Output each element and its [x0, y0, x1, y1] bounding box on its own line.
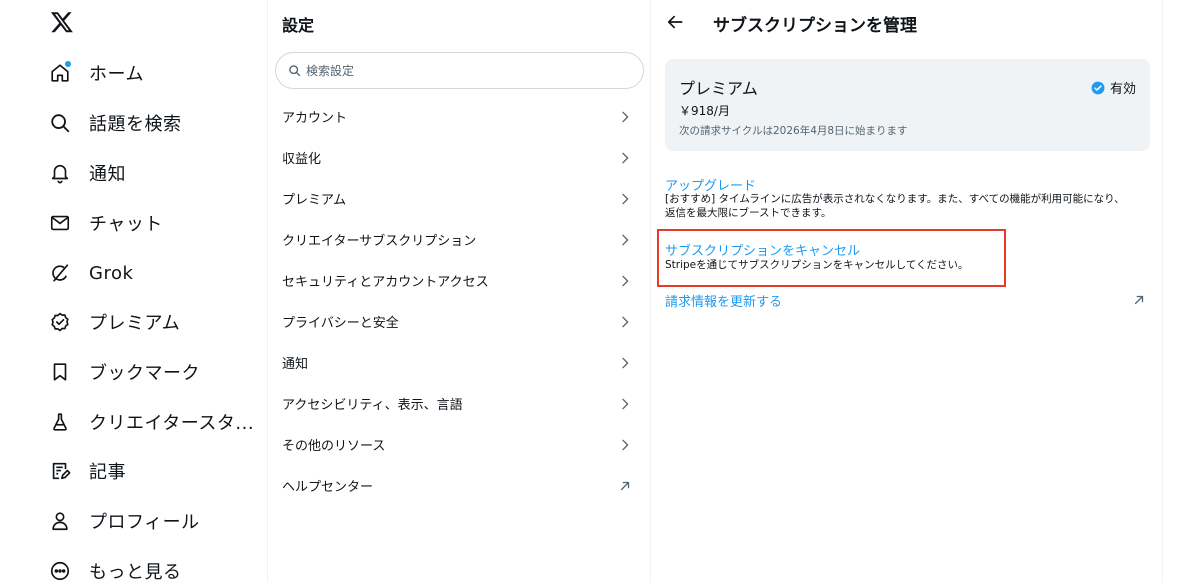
nav-label: 話題を検索 — [89, 114, 182, 135]
nav-label: チャット — [89, 214, 163, 235]
chevron-right-icon — [622, 234, 629, 245]
settings-item-monetization[interactable]: 収益化 — [268, 137, 650, 178]
external-link-icon — [620, 481, 630, 490]
check-circle-icon — [1091, 81, 1105, 94]
article-icon — [40, 451, 80, 491]
chevron-right-icon — [622, 357, 629, 368]
more-icon — [40, 551, 80, 582]
settings-item-privacy[interactable]: プライバシーと安全 — [268, 301, 650, 342]
settings-item-label: 通知 — [282, 357, 309, 372]
settings-search-input[interactable] — [306, 63, 606, 78]
settings-title: 設定 — [282, 16, 315, 35]
nav-label: 記事 — [89, 462, 126, 483]
settings-item-label: セキュリティとアカウントアクセス — [282, 275, 489, 290]
status-badge: 有効 — [1091, 78, 1136, 97]
nav-item-chat[interactable]: チャット — [40, 203, 163, 243]
x-logo-icon[interactable] — [50, 10, 74, 34]
grok-icon — [40, 253, 80, 293]
nav-label: もっと見る — [89, 562, 182, 582]
notification-dot — [65, 61, 71, 67]
subscription-panel: サブスクリプションを管理 プレミアム 有効 ￥918/月 次の請求サイクルは20… — [651, 0, 1163, 582]
search-icon — [289, 65, 301, 77]
plan-price: ￥918/月 — [679, 104, 730, 118]
bell-icon — [40, 153, 80, 193]
verified-icon — [40, 302, 80, 342]
status-label: 有効 — [1109, 82, 1136, 97]
chevron-right-icon — [622, 152, 629, 163]
nav-item-more[interactable]: もっと見る — [40, 551, 182, 582]
settings-item-creator-subscriptions[interactable]: クリエイターサブスクリプション — [268, 219, 650, 260]
settings-item-label: アカウント — [282, 111, 348, 126]
settings-item-notifications[interactable]: 通知 — [268, 342, 650, 383]
nav-item-premium[interactable]: プレミアム — [40, 302, 180, 342]
back-arrow-icon[interactable] — [665, 12, 685, 32]
settings-item-label: ヘルプセンター — [282, 480, 374, 495]
search-icon — [40, 103, 80, 143]
nav-item-bookmarks[interactable]: ブックマーク — [40, 352, 200, 392]
bookmark-icon — [40, 352, 80, 392]
settings-item-help-center[interactable]: ヘルプセンター — [268, 465, 650, 506]
primary-nav: ホーム 話題を検索 通知 チャット Grok プレミアム ブックマーク クリエイ… — [0, 0, 268, 582]
flask-icon — [40, 402, 80, 442]
plan-card: プレミアム 有効 ￥918/月 次の請求サイクルは2026年4月8日に始まります — [665, 59, 1150, 151]
chevron-right-icon — [622, 193, 629, 204]
cancel-description: Stripeを通じてサブスクリプションをキャンセルしてください。 — [665, 259, 969, 271]
page-title: サブスクリプションを管理 — [713, 16, 917, 36]
update-billing-link[interactable]: 請求情報を更新する — [665, 291, 782, 310]
settings-item-premium[interactable]: プレミアム — [268, 178, 650, 219]
external-link-icon[interactable] — [1132, 293, 1146, 307]
home-icon — [40, 53, 80, 93]
nav-label: クリエイタースタ... — [89, 413, 255, 434]
nav-item-creator-studio[interactable]: クリエイタースタ... — [40, 402, 254, 442]
nav-label: ホーム — [89, 64, 144, 85]
settings-item-label: クリエイターサブスクリプション — [282, 234, 477, 249]
nav-label: プレミアム — [89, 313, 181, 334]
nav-item-explore[interactable]: 話題を検索 — [40, 103, 182, 143]
user-icon — [40, 501, 80, 541]
nav-label: 通知 — [89, 164, 126, 185]
nav-item-home[interactable]: ホーム — [40, 53, 144, 93]
settings-item-resources[interactable]: その他のリソース — [268, 424, 650, 465]
upgrade-description: [おすすめ] タイムラインに広告が表示されなくなります。また、すべての機能が利用… — [665, 193, 1125, 219]
chevron-right-icon — [622, 398, 629, 409]
nav-item-profile[interactable]: プロフィール — [40, 501, 200, 541]
chevron-right-icon — [622, 316, 629, 327]
settings-item-label: プライバシーと安全 — [282, 316, 399, 331]
cancel-subscription-link[interactable]: サブスクリプションをキャンセル — [665, 240, 860, 259]
nav-item-grok[interactable]: Grok — [40, 253, 133, 293]
settings-item-accessibility[interactable]: アクセシビリティ、表示、言語 — [268, 383, 650, 424]
settings-item-label: プレミアム — [282, 193, 347, 208]
settings-item-label: その他のリソース — [282, 439, 386, 454]
settings-item-label: 収益化 — [282, 152, 322, 167]
nav-label: ブックマーク — [89, 363, 200, 384]
settings-search[interactable] — [275, 52, 644, 89]
nav-label: Grok — [89, 262, 134, 284]
settings-item-account[interactable]: アカウント — [268, 96, 650, 137]
billing-cycle-text: 次の請求サイクルは2026年4月8日に始まります — [679, 125, 908, 137]
settings-item-security[interactable]: セキュリティとアカウントアクセス — [268, 260, 650, 301]
nav-item-articles[interactable]: 記事 — [40, 451, 126, 491]
chevron-right-icon — [622, 111, 629, 122]
nav-item-notifications[interactable]: 通知 — [40, 153, 126, 193]
settings-panel: 設定 アカウント 収益化 プレミアム クリエイターサブスクリプション セキュリテ… — [268, 0, 651, 582]
nav-label: プロフィール — [89, 512, 200, 533]
mail-icon — [40, 203, 80, 243]
settings-item-label: アクセシビリティ、表示、言語 — [282, 398, 463, 413]
chevron-right-icon — [622, 439, 629, 450]
chevron-right-icon — [622, 275, 629, 286]
plan-name: プレミアム — [679, 79, 758, 98]
